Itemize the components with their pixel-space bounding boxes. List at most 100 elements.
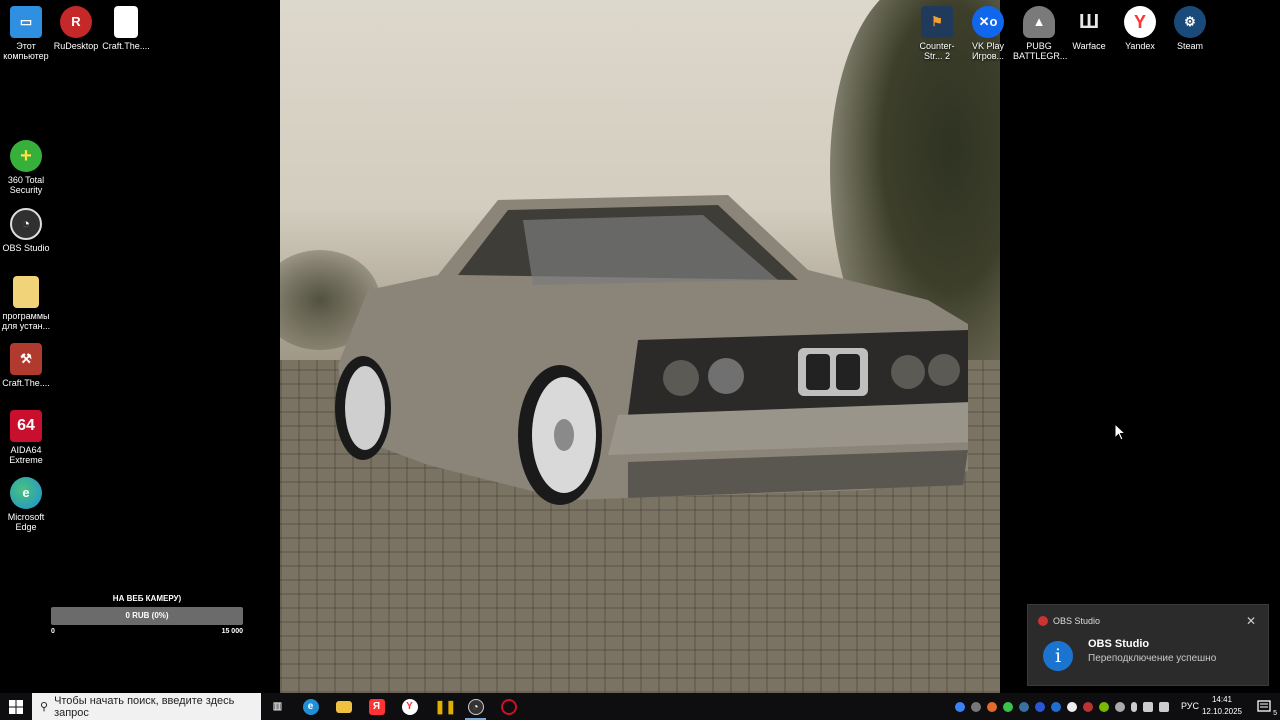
donation-progress-bar: 0 RUB (0%) <box>51 607 243 625</box>
craft-game-icon: ⚒ <box>10 343 42 375</box>
taskbar-app-yellow[interactable]: ❚❚ <box>426 693 459 720</box>
desktop-icon-warface[interactable]: Ш Warface <box>1063 6 1115 51</box>
tray-app-icon[interactable] <box>1083 701 1093 712</box>
notification-count-badge: 5 <box>1273 710 1277 717</box>
taskbar: ⚲ Чтобы начать поиск, введите здесь запр… <box>0 693 1280 720</box>
desktop-icon-craft-file[interactable]: Craft.The.... <box>100 6 152 51</box>
wallpaper-car <box>335 195 968 505</box>
yandex-browser-icon: Y <box>1124 6 1156 38</box>
desktop-wallpaper <box>280 0 1000 693</box>
close-icon[interactable]: ✕ <box>1246 614 1256 628</box>
clock-date: 12.10.2025 <box>1201 707 1243 716</box>
obs-icon: ◔ <box>467 698 484 715</box>
tray-app-icon[interactable] <box>987 701 997 712</box>
desktop-icon-craft-game[interactable]: ⚒ Craft.The.... <box>0 343 52 388</box>
warface-icon: Ш <box>1078 11 1100 33</box>
desktop-icon-360-security[interactable]: + 360 Total Security <box>0 140 52 195</box>
desktop-icon-label: VK Play Игров... <box>971 41 1005 61</box>
search-icon: ⚲ <box>40 701 49 713</box>
edge-icon: e <box>302 698 319 715</box>
search-placeholder: Чтобы начать поиск, введите здесь запрос <box>54 694 235 719</box>
desktop-icon-aida64[interactable]: 64 AIDA64 Extreme <box>0 410 52 465</box>
taskbar-search-box[interactable]: ⚲ Чтобы начать поиск, введите здесь запр… <box>32 693 261 720</box>
donation-goal-title: НА ВЕБ КАМЕРУ) <box>112 594 182 603</box>
tray-nvidia-icon[interactable] <box>1099 701 1109 712</box>
start-button[interactable] <box>0 693 32 720</box>
notification-toast[interactable]: OBS Studio ✕ i OBS Studio Переподключени… <box>1027 604 1269 686</box>
yandex-icon: Я <box>368 698 385 715</box>
info-icon: i <box>1043 641 1073 671</box>
steam-icon: ⚙ <box>1174 6 1206 38</box>
360-security-icon: + <box>10 140 42 172</box>
notification-title: OBS Studio <box>1088 638 1150 650</box>
desktop-icon-steam[interactable]: ⚙ Steam <box>1164 6 1216 51</box>
bluetooth-icon[interactable] <box>1051 701 1061 712</box>
taskbar-edge[interactable]: e <box>294 693 327 720</box>
desktop-icon-edge[interactable]: e Microsoft Edge <box>0 477 52 532</box>
tray-app-icon[interactable] <box>1003 701 1013 712</box>
desktop-icon-obs[interactable]: ◔ OBS Studio <box>0 208 52 253</box>
taskbar-yandex[interactable]: Я <box>360 693 393 720</box>
taskbar-file-explorer[interactable] <box>327 693 360 720</box>
this-pc-icon: ▭ <box>10 6 42 38</box>
desktop-icon-label: 360 Total Security <box>7 175 45 195</box>
pause-app-icon: ❚❚ <box>434 698 457 714</box>
desktop-icon-programs-folder[interactable]: программы для устан... <box>0 276 52 331</box>
donation-goal-widget: НА ВЕБ КАМЕРУ) 0 RUB (0%) 0 15 000 <box>51 594 243 635</box>
desktop-icon-vkplay[interactable]: ✕o VK Play Игров... <box>962 6 1014 61</box>
file-shortcut-icon <box>114 6 138 38</box>
pubg-icon: ▲ <box>1023 6 1055 38</box>
windows-logo-icon <box>9 699 23 714</box>
taskbar-obs[interactable]: ◔ <box>459 693 492 720</box>
taskbar-task-view[interactable]: ▥ <box>261 693 294 720</box>
mouse-cursor-icon <box>1114 423 1126 441</box>
cs2-icon: ⚑ <box>921 6 953 38</box>
desktop-icon-label: Microsoft Edge <box>7 512 45 532</box>
taskbar-opera[interactable] <box>492 693 525 720</box>
folder-icon <box>13 276 39 308</box>
desktop-icon-label: Этот компьютер <box>3 41 49 61</box>
desktop-icon-label: Steam <box>1176 41 1203 51</box>
taskbar-yandex-browser[interactable]: Y <box>393 693 426 720</box>
desktop-icon-pubg[interactable]: ▲ PUBG BATTLEGR... <box>1013 6 1067 61</box>
tray-app-icon[interactable] <box>955 701 965 712</box>
aida64-icon: 64 <box>10 410 42 442</box>
desktop-icon-label: Craft.The.... <box>2 378 50 388</box>
tray-app-icon[interactable] <box>1115 701 1125 712</box>
desktop-icon-label: Yandex <box>1125 41 1155 51</box>
taskbar-clock[interactable]: 14:41 12.10.2025 <box>1200 694 1244 718</box>
language-indicator[interactable]: РУС <box>1181 693 1199 720</box>
desktop-icon-yandex[interactable]: Y Yandex <box>1114 6 1166 51</box>
microphone-icon[interactable] <box>1131 701 1137 712</box>
tray-steam-icon[interactable] <box>1019 701 1029 712</box>
notification-app-name: OBS Studio <box>1053 616 1101 626</box>
donation-scale-min: 0 <box>51 628 55 635</box>
notification-message: Переподключение успешно <box>1088 653 1217 664</box>
rudesktop-icon: R <box>60 6 92 38</box>
donation-progress-text: 0 RUB (0%) <box>125 611 169 620</box>
desktop-icon-cs2[interactable]: ⚑ Counter-Str... 2 <box>911 6 963 61</box>
volume-icon[interactable] <box>1159 701 1169 712</box>
network-icon[interactable] <box>1143 701 1153 712</box>
action-center-button[interactable]: 5 <box>1250 693 1280 720</box>
notification-center-icon <box>1257 699 1271 712</box>
tray-yandex-icon[interactable] <box>1067 701 1077 712</box>
obs-icon <box>1038 616 1048 626</box>
desktop-icon-label: Counter-Str... 2 <box>919 41 955 61</box>
desktop-icon-label: OBS Studio <box>2 243 50 253</box>
desktop-icon-label: программы для устан... <box>1 311 51 331</box>
donation-scale-max: 15 000 <box>221 628 243 635</box>
obs-icon: ◔ <box>10 208 42 240</box>
system-tray <box>952 693 1172 720</box>
desktop-icon-rudesktop[interactable]: R RuDesktop <box>50 6 102 51</box>
desktop-icon-label: Craft.The.... <box>102 41 150 51</box>
desktop-icon-this-pc[interactable]: ▭ Этот компьютер <box>0 6 52 61</box>
desktop-icon-label: RuDesktop <box>53 41 99 51</box>
clock-time: 14:41 <box>1211 695 1233 704</box>
desktop-icon-label: AIDA64 Extreme <box>9 445 43 465</box>
task-view-icon: ▥ <box>272 700 283 712</box>
folder-icon <box>335 700 352 713</box>
tray-app-icon[interactable] <box>1035 701 1045 712</box>
yandex-browser-icon: Y <box>401 698 418 715</box>
tray-obs-icon[interactable] <box>971 701 981 712</box>
